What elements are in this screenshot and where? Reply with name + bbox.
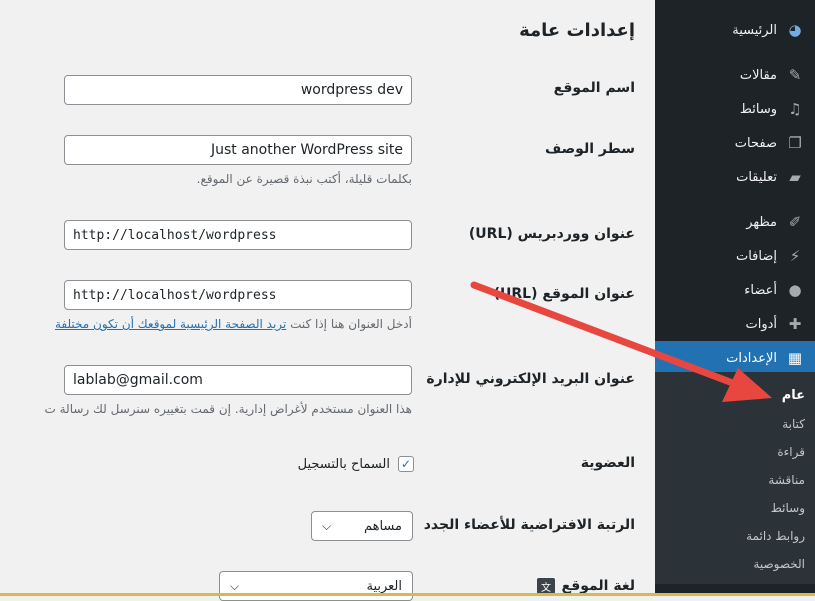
annotation-arrow <box>470 281 772 402</box>
